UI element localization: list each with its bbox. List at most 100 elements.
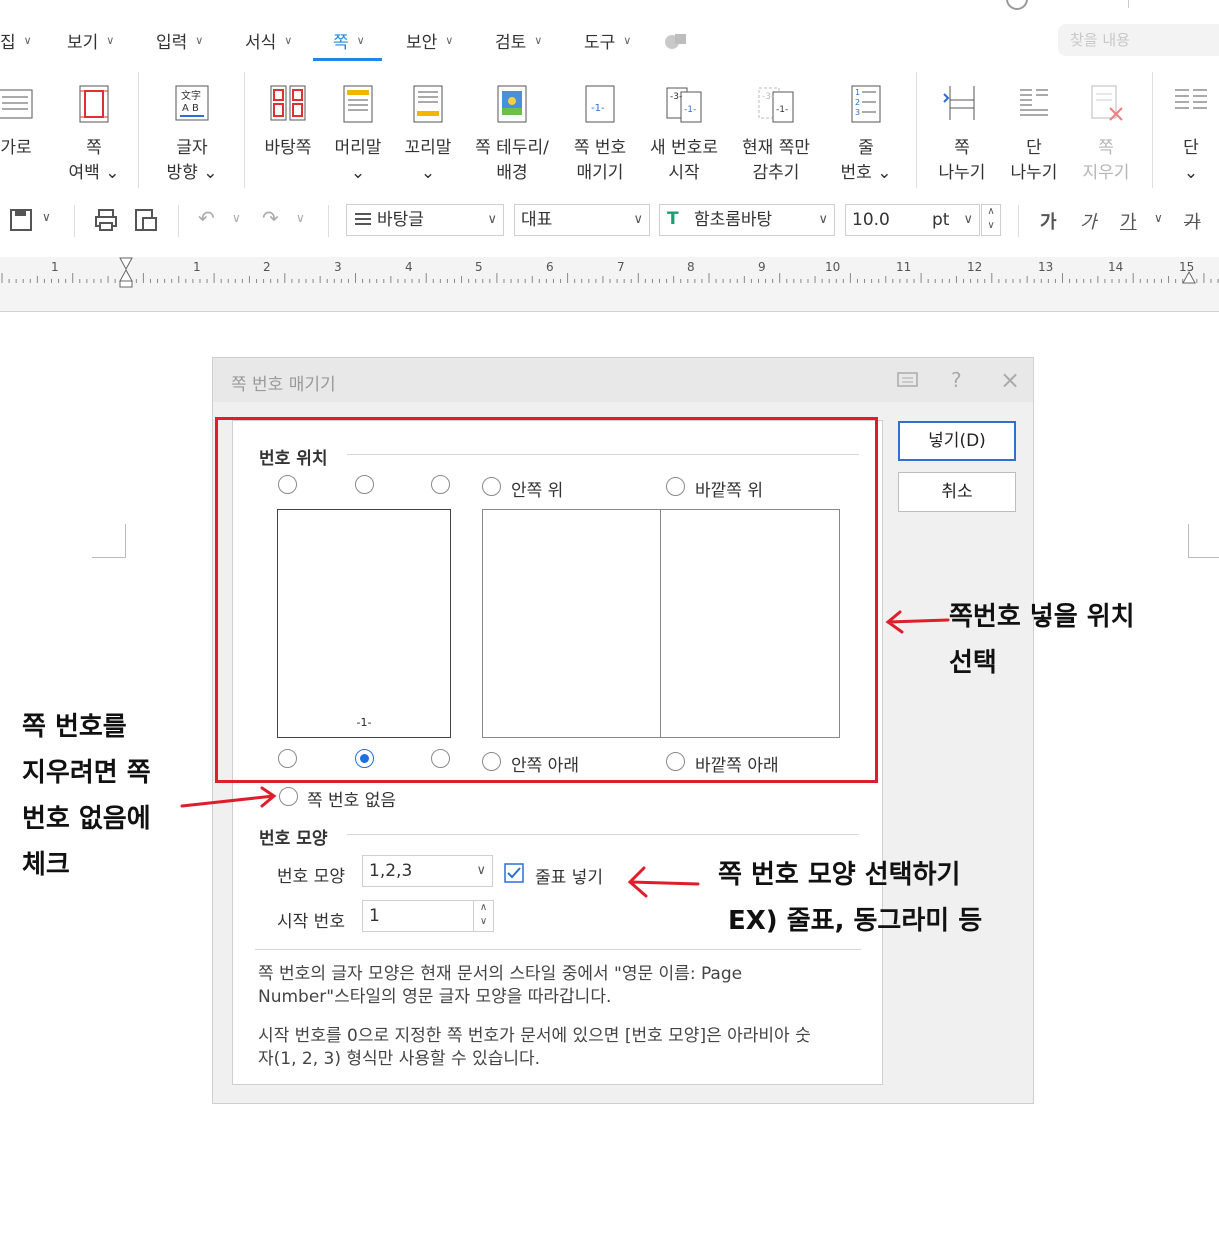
- tab-page[interactable]: 쪽 ∨: [333, 28, 365, 53]
- ribbon-label: 지우기: [1082, 163, 1130, 183]
- no-page-number-label: 쪽 번호 없음: [307, 791, 397, 811]
- ribbon-restart-numbering[interactable]: -3- -1- 새 번호로 시작: [645, 82, 723, 186]
- ribbon-hide-current-page[interactable]: -3- -1- 현재 쪽만 감추기: [737, 82, 815, 186]
- start-number-input[interactable]: 1: [362, 900, 474, 932]
- ruler-number: 3: [334, 260, 342, 274]
- ribbon-label: ⌄: [420, 163, 436, 183]
- save-icon[interactable]: [10, 209, 32, 231]
- page-corner-mark: [92, 524, 126, 558]
- tab-label: 서식: [245, 33, 277, 53]
- undo-icon[interactable]: ↶: [198, 206, 215, 230]
- arrow-left-icon: [627, 866, 700, 898]
- ribbon-text-direction[interactable]: 文字 A B 글자 방향 ⌄: [162, 82, 222, 186]
- toolbar-divider: [74, 205, 75, 237]
- tab-edit[interactable]: 집 ∨: [0, 28, 32, 53]
- ribbon-page-break[interactable]: 쪽 나누기: [932, 82, 992, 186]
- ribbon-columns[interactable]: 단 ⌄: [1168, 82, 1214, 186]
- print-icon[interactable]: [94, 208, 118, 232]
- search-input[interactable]: 찾을 내용: [1058, 24, 1219, 56]
- info-line: 쪽 번호의 글자 모양은 현재 문서의 스타일 중에서 "영문 이름: Page: [258, 964, 743, 984]
- ribbon-label: 쪽 테두리/: [475, 138, 549, 158]
- font-select[interactable]: 함초롬바탕 ∨: [659, 204, 835, 236]
- start-number-spinner[interactable]: ∧ ∨: [473, 900, 494, 932]
- chevron-down-icon[interactable]: ∨: [296, 211, 305, 225]
- dash-checkbox-label: 줄표 넣기: [535, 868, 603, 888]
- font-size-spinner[interactable]: ∧ ∨: [981, 204, 1001, 236]
- ribbon-header[interactable]: 머리말 ⌄: [328, 82, 388, 186]
- number-shape-select[interactable]: 1,2,3 ∨: [362, 855, 493, 887]
- position-annotation: 쪽번호 넣을 위치 선택: [949, 594, 1135, 686]
- chevron-down-icon[interactable]: ∨: [1154, 211, 1163, 225]
- ribbon-master-page[interactable]: 바탕쪽: [258, 82, 318, 161]
- hide-page-icon: -3--1-: [758, 87, 794, 123]
- font-size-input[interactable]: 10.0 pt ∨: [845, 204, 980, 236]
- italic-button[interactable]: 가: [1080, 208, 1097, 234]
- redo-icon[interactable]: ↷: [262, 206, 279, 230]
- underline-button[interactable]: 가: [1120, 208, 1137, 234]
- tab-view[interactable]: 보기 ∨: [67, 28, 114, 53]
- close-icon[interactable]: ×: [1000, 366, 1020, 394]
- cancel-button[interactable]: 취소: [898, 472, 1016, 512]
- section-divider: [347, 834, 859, 835]
- ribbon-page-numbering[interactable]: -1- 쪽 번호 매기기: [569, 82, 631, 186]
- svg-text:文字: 文字: [181, 89, 201, 102]
- chevron-down-icon: ∨: [356, 34, 365, 47]
- help-icon[interactable]: ?: [951, 368, 962, 392]
- tab-format[interactable]: 서식 ∨: [245, 28, 292, 53]
- shape-section-heading: 번호 모양: [259, 829, 328, 849]
- ribbon-page-margin[interactable]: 쪽 여백 ⌄: [64, 82, 124, 186]
- chevron-down-icon: ∨: [476, 863, 486, 878]
- ribbon-page-border[interactable]: 쪽 테두리/ 배경: [470, 82, 554, 186]
- ribbon-label: 나누기: [1010, 163, 1058, 183]
- text-direction-icon: 文字A B: [175, 85, 209, 121]
- ruler-number: 4: [405, 260, 413, 274]
- ribbon-label: 쪽 번호: [573, 138, 627, 158]
- new-number-icon: -3--1-: [666, 87, 702, 123]
- indent-marker-icon[interactable]: [118, 257, 134, 289]
- ruler-number: 1: [51, 260, 59, 274]
- strikethrough-button[interactable]: 가: [1184, 208, 1201, 234]
- ribbon-delete-page[interactable]: 쪽 지우기: [1076, 82, 1136, 186]
- insert-button[interactable]: 넣기(D): [898, 421, 1016, 461]
- share-icon[interactable]: [662, 30, 688, 54]
- chevron-down-icon: ∨: [534, 34, 543, 47]
- ruler-number: 12: [967, 260, 983, 274]
- tab-tools[interactable]: 도구 ∨: [584, 28, 631, 53]
- tab-label: 보기: [67, 33, 99, 53]
- print-preview-icon[interactable]: [134, 208, 158, 232]
- ribbon-footer[interactable]: 꼬리말 ⌄: [398, 82, 458, 186]
- ruler-number: 8: [687, 260, 695, 274]
- ribbon-label: ⌄: [350, 163, 366, 183]
- comment-icon[interactable]: [897, 371, 919, 391]
- column-break-icon: [1020, 89, 1048, 116]
- ribbon-label: ⌄: [1183, 163, 1199, 183]
- ribbon-column-break[interactable]: 단 나누기: [1004, 82, 1064, 186]
- right-margin-marker-icon[interactable]: [1181, 269, 1197, 285]
- ruler-number: 10: [825, 260, 841, 274]
- svg-text:2: 2: [855, 98, 860, 107]
- master-page-icon: [270, 85, 306, 121]
- chevron-down-icon[interactable]: ∨: [42, 210, 51, 224]
- shape-value: 1,2,3: [369, 861, 413, 881]
- ruler-number: 13: [1038, 260, 1054, 274]
- info-text-2: 시작 번호를 0으로 지정한 쪽 번호가 문서에 있으면 [번호 모양]은 아라…: [258, 1025, 811, 1071]
- tab-label: 도구: [584, 33, 616, 53]
- radio-no-page-number[interactable]: [279, 787, 298, 806]
- language-select[interactable]: 대표 ∨: [514, 204, 650, 236]
- ribbon-line-numbers[interactable]: 123 줄 번호 ⌄: [838, 82, 894, 186]
- bold-button[interactable]: 가: [1040, 208, 1057, 234]
- chevron-down-icon[interactable]: ∨: [232, 211, 241, 225]
- highlight-box: [215, 417, 878, 783]
- horizontal-ruler[interactable]: 1 1 2 3 4 5 6 7 8 9 10 11 12 13 14 15: [0, 257, 1219, 312]
- tab-review[interactable]: 검토 ∨: [495, 28, 542, 53]
- tab-insert[interactable]: 입력 ∨: [156, 28, 203, 53]
- info-line: 자(1, 2, 3) 형식만 사용할 수 있습니다.: [258, 1049, 541, 1069]
- tab-security[interactable]: 보안 ∨: [406, 28, 453, 53]
- info-line: Number"스타일의 영문 글자 모양을 따라갑니다.: [258, 987, 612, 1007]
- dash-checkbox[interactable]: [504, 863, 524, 883]
- font-size-unit: pt: [932, 210, 950, 230]
- ribbon-landscape[interactable]: 가로: [0, 82, 38, 161]
- help-icon[interactable]: [1006, 0, 1028, 10]
- tab-label: 집: [0, 33, 16, 53]
- style-value: 바탕글: [377, 210, 424, 230]
